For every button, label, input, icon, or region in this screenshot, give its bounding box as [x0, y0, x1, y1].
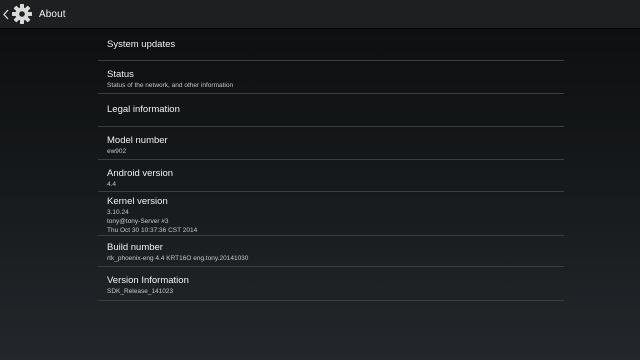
list-item-android-version[interactable]: Android version 4.4: [98, 160, 564, 192]
page-title: About: [39, 8, 66, 20]
list-item-system-updates[interactable]: System updates: [98, 29, 564, 61]
action-bar: About: [0, 0, 640, 29]
item-summary: SDK_Release_141023: [107, 288, 174, 295]
item-summary-line-3: Thu Oct 30 10:37:36 CST 2014: [107, 227, 198, 234]
item-summary: ew902: [107, 148, 127, 155]
item-title: Build number: [107, 242, 163, 253]
item-summary: 4.4: [107, 181, 117, 188]
list-item-legal-information[interactable]: Legal information: [98, 94, 564, 127]
item-title: Status: [107, 69, 134, 80]
item-title: Kernel version: [107, 196, 168, 207]
list-item-model-number[interactable]: Model number ew902: [98, 127, 564, 160]
chevron-left-icon: [2, 7, 10, 21]
item-summary-line-2: tony@tony-Server #3: [107, 218, 169, 225]
item-summary: Status of the network, and other informa…: [107, 82, 234, 89]
item-title: Version Information: [107, 275, 189, 286]
settings-gear-icon: [11, 3, 33, 25]
item-title: Model number: [107, 135, 168, 146]
item-title: Legal information: [107, 104, 180, 115]
item-title: Android version: [107, 168, 174, 179]
up-button[interactable]: About: [0, 0, 66, 28]
item-summary: rtk_phoenix-eng 4.4 KRT16O eng.tony.2014…: [107, 255, 249, 262]
list-item-kernel-version[interactable]: Kernel version 3.10.24 tony@tony-Server …: [98, 192, 564, 236]
list-item-status[interactable]: Status Status of the network, and other …: [98, 61, 564, 94]
list-item-build-number[interactable]: Build number rtk_phoenix-eng 4.4 KRT16O …: [98, 236, 564, 267]
item-summary-line-1: 3.10.24: [107, 209, 129, 216]
about-settings-list: System updates Status Status of the netw…: [98, 29, 564, 301]
item-title: System updates: [107, 38, 176, 50]
list-item-version-information[interactable]: Version Information SDK_Release_141023: [98, 267, 564, 301]
